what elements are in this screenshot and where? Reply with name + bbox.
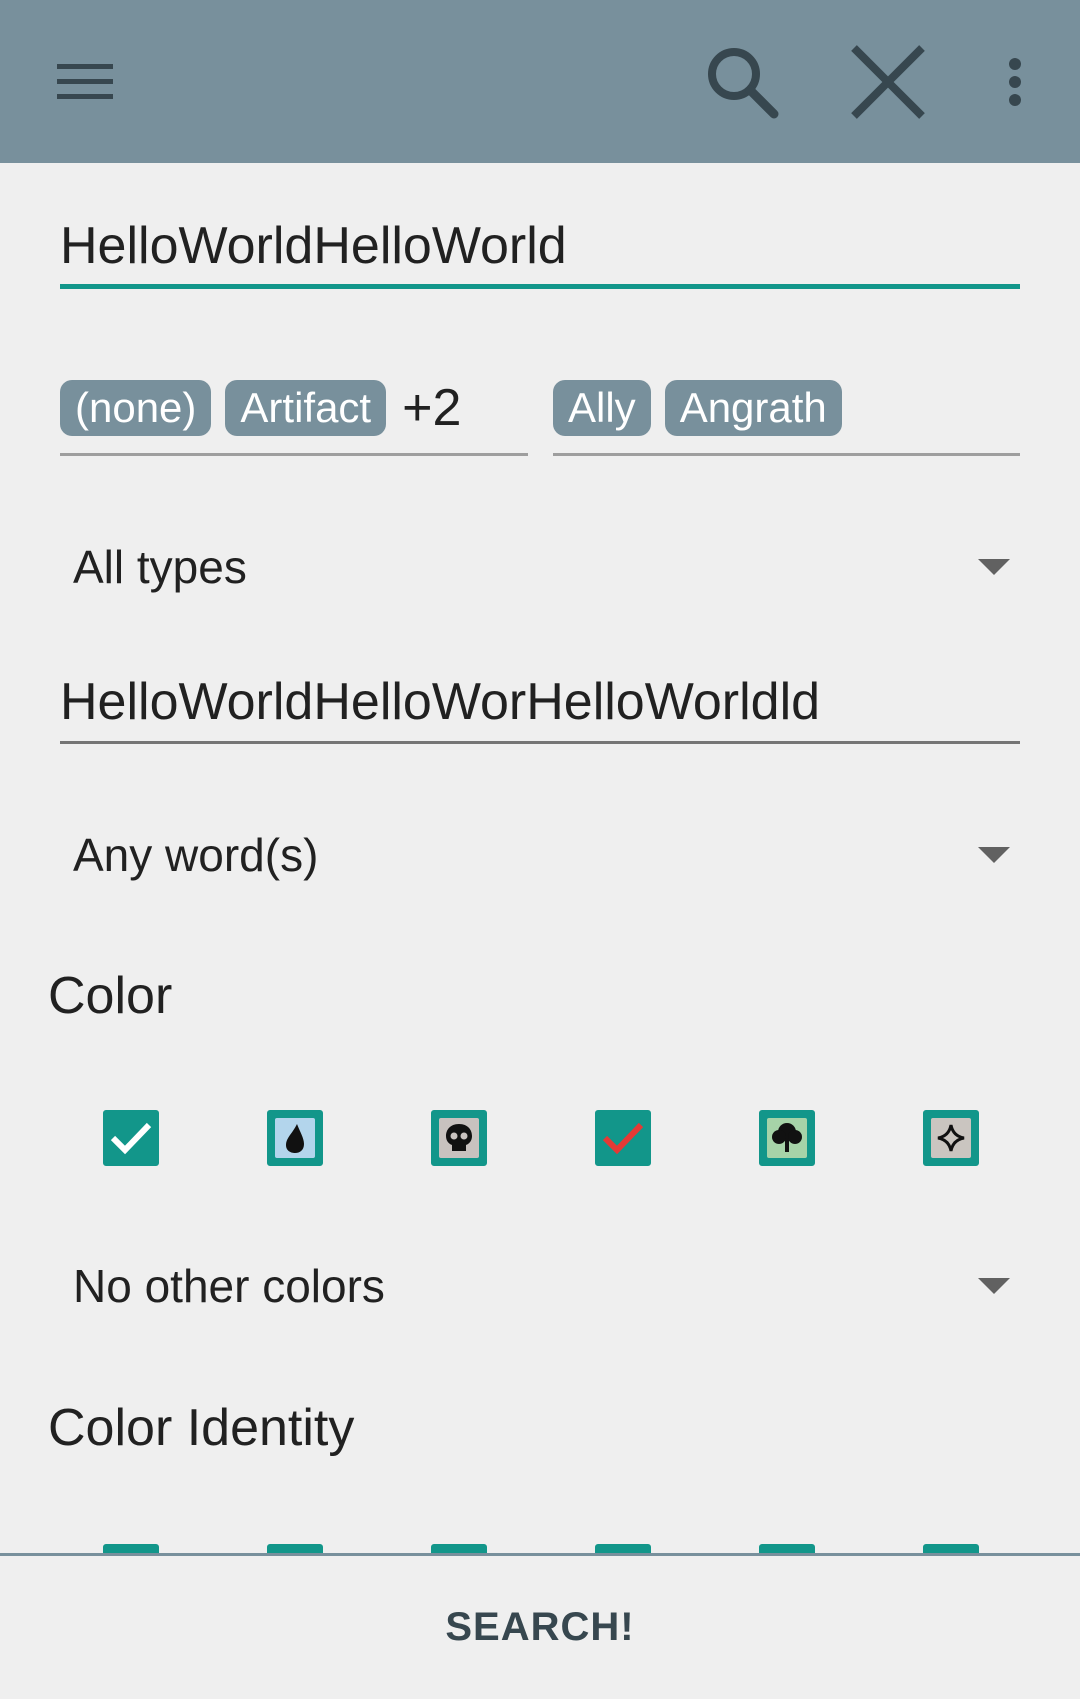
identity-black-checkbox[interactable] [431,1544,487,1553]
card-name-input[interactable]: HelloWorldHelloWorld [60,211,1020,281]
dropdown-arrow-icon [978,847,1010,863]
black-mana-checkbox[interactable] [431,1110,487,1166]
search-button[interactable]: SEARCH! [445,1605,634,1650]
subtype-underline [553,453,1020,456]
search-form: HelloWorldHelloWorld (none) Artifact +2 … [0,163,1080,1553]
color-mode-dropdown[interactable]: No other colors [60,1246,1020,1326]
supertype-selector[interactable]: (none) Artifact +2 [60,373,528,443]
color-mode-label: No other colors [73,1260,385,1312]
text-mode-dropdown[interactable]: Any word(s) [60,815,1020,895]
blue-mana-checkbox[interactable] [267,1110,323,1166]
colorless-mana-icon [931,1118,971,1158]
color-section-title: Color [48,967,173,1025]
red-mana-checkbox[interactable] [595,1110,651,1166]
search-icon[interactable] [692,0,792,163]
color-identity-section-title: Color Identity [48,1399,355,1457]
more-vert-icon[interactable] [990,0,1040,163]
identity-green-checkbox[interactable] [759,1544,815,1553]
supertype-underline [60,453,528,456]
card-text-underline [60,741,1020,744]
more-count: +2 [402,379,462,437]
black-mana-icon [439,1118,479,1158]
dropdown-arrow-icon [978,559,1010,575]
type-mode-dropdown[interactable]: All types [60,527,1020,607]
colorless-mana-checkbox[interactable] [923,1110,979,1166]
identity-white-checkbox[interactable] [103,1544,159,1553]
type-mode-label: All types [73,541,247,593]
color-checkbox-row [0,1110,1080,1166]
dropdown-arrow-icon [978,1278,1010,1294]
green-mana-checkbox[interactable] [759,1110,815,1166]
green-mana-icon [767,1118,807,1158]
bottom-bar: SEARCH! [0,1556,1080,1699]
chip-supertype-artifact[interactable]: Artifact [225,380,387,436]
card-text-input[interactable]: HelloWorldHelloWorHelloWorldld [60,667,1020,737]
menu-icon[interactable] [40,0,130,163]
blue-mana-icon [275,1118,315,1158]
card-name-underline [60,284,1020,289]
close-icon[interactable] [838,0,938,163]
chip-supertype-none[interactable]: (none) [60,380,212,436]
app-bar [0,0,1080,163]
check-icon [110,1122,152,1155]
text-mode-label: Any word(s) [73,829,319,881]
identity-colorless-checkbox[interactable] [923,1544,979,1553]
identity-blue-checkbox[interactable] [267,1544,323,1553]
color-identity-checkbox-row [0,1544,1080,1553]
white-mana-checkbox[interactable] [103,1110,159,1166]
check-icon [602,1122,644,1155]
chip-subtype-angrath[interactable]: Angrath [664,380,842,436]
chip-subtype-ally[interactable]: Ally [553,380,651,436]
subtype-selector[interactable]: Ally Angrath [553,373,1020,443]
identity-red-checkbox[interactable] [595,1544,651,1553]
